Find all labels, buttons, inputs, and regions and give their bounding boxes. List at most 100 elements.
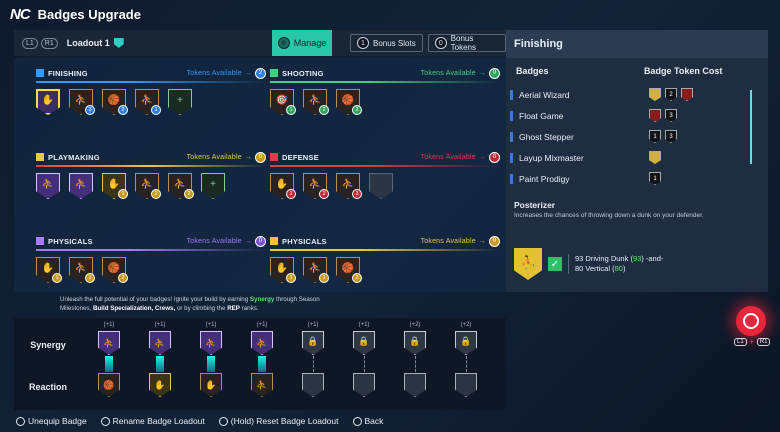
tokens-label: Tokens Available — [186, 237, 242, 245]
button-icon — [16, 416, 25, 426]
category-name: DEFENSE — [282, 152, 319, 162]
category-defense: DEFENSE Tokens Available → 0 ✋ 1 ⛹ 2 ⛹ 3 — [270, 150, 500, 201]
unequip-hint[interactable]: Unequip Badge — [16, 416, 87, 426]
category-playmaking: PLAYMAKING Tokens Available → 0 ⛹ ⛹ ✋ 1 ⛹… — [36, 150, 266, 201]
synergy-slot[interactable]: (+1) ⛹ ⛹ — [247, 322, 277, 397]
category-name: PHYSICALS — [48, 236, 93, 246]
bonus-tokens-label: Bonus Tokens — [450, 34, 477, 52]
list-scrollbar[interactable] — [750, 90, 752, 164]
tokens-label: Tokens Available — [420, 69, 476, 77]
category-finishing: FINISHING Tokens Available → 2 ✋ ⛹ 3 🏀 2 ⛹… — [36, 66, 266, 117]
physicals-icon — [270, 237, 278, 245]
badge-category-grid: FINISHING Tokens Available → 2 ✋ ⛹ 3 🏀 2 ⛹… — [14, 58, 506, 292]
badge-slot[interactable]: 🏀 2 — [336, 89, 362, 117]
lock-icon: 🔒 — [409, 335, 421, 346]
badge-slot[interactable]: ✋ 1 — [270, 257, 296, 285]
tokens-count: 2 — [255, 67, 266, 79]
lock-icon: 🔒 — [460, 335, 472, 346]
screen-root: NC Badges Upgrade L1 R1 Loadout 1 ⊕ Mana… — [0, 0, 780, 432]
panel-title: Finishing — [506, 30, 768, 58]
category-physicals-2: PHYSICALS Tokens Available → 0 ✋ 1 ⛹ 1 🏀 2 — [270, 234, 500, 285]
r1-key-hint: R1 — [40, 37, 58, 49]
badge-slot[interactable]: ⛹ — [69, 173, 93, 201]
badge-slot[interactable]: + — [201, 173, 225, 201]
badge-slot[interactable]: ✋ 1 — [36, 257, 62, 285]
reaction-row-label: Reaction — [28, 382, 67, 392]
badge-slot[interactable]: ⛹ 3 — [69, 89, 95, 117]
badge-slot[interactable] — [369, 173, 393, 201]
tokens-label: Tokens Available — [420, 237, 476, 245]
tokens-label: Tokens Available — [186, 153, 242, 161]
list-item[interactable]: Paint Prodigy 1 — [510, 168, 756, 189]
synergy-slot-locked[interactable]: (+2) 🔒 — [400, 322, 430, 397]
badge-slot[interactable]: ✋ 1 — [270, 173, 296, 201]
category-underline — [270, 249, 500, 251]
button-icon — [100, 416, 110, 426]
token-cost-column-header: Badge Token Cost — [644, 66, 723, 76]
synergy-slot[interactable]: (+1) ⛹ 🏀 — [94, 322, 124, 397]
badge-slot[interactable]: ⛹ 3 — [336, 173, 362, 201]
category-name: FINISHING — [48, 68, 88, 78]
bonus-slots-count: 1 — [357, 37, 369, 49]
category-underline — [36, 81, 266, 83]
tokens-count: 0 — [489, 67, 500, 79]
nc-logo: NC — [10, 5, 31, 23]
badge-slot[interactable]: 🏀 2 — [102, 89, 128, 117]
synergy-slot[interactable]: (+1) ⛹ ✋ — [196, 322, 226, 397]
manage-label: Manage — [293, 38, 327, 48]
badge-slot[interactable]: ⛹ 1 — [135, 89, 161, 117]
list-item[interactable]: Ghost Stepper 1 3 — [510, 126, 756, 147]
badge-slot[interactable]: 🏀 2 — [102, 257, 128, 285]
reset-hint[interactable]: (Hold) Reset Badge Loadout — [218, 416, 339, 426]
badge-slot[interactable]: ⛹ 2 — [168, 173, 194, 201]
category-name: PLAYMAKING — [48, 152, 100, 162]
list-item[interactable]: Float Game 3 — [510, 105, 756, 126]
synergy-slot-locked[interactable]: (+2) 🔒 — [451, 322, 481, 397]
synergy-slot-locked[interactable]: (+1) 🔒 — [298, 322, 328, 397]
badge-description: Posterizer Increases the chances of thro… — [514, 200, 760, 219]
list-item[interactable]: Layup Mixmaster — [510, 147, 756, 168]
synergy-reaction-panel: Synergy Reaction (+1) ⛹ 🏀 (+1) ⛹ ✋ (+1) … — [14, 318, 506, 410]
badge-slot[interactable]: 🏀 2 — [336, 257, 362, 285]
tokens-count: 0 — [255, 235, 266, 247]
badge-description-text: Increases the chances of throwing down a… — [514, 212, 704, 219]
badge-slot[interactable]: 🎯 1 — [270, 89, 296, 117]
back-hint[interactable]: Back — [352, 416, 383, 426]
category-shooting: SHOOTING Tokens Available → 0 🎯 1 ⛹ 2 🏀 2 — [270, 66, 500, 117]
bonus-tokens-counter: 0 Bonus Tokens — [428, 34, 506, 52]
tokens-label: Tokens Available — [186, 69, 242, 77]
badges-column-header: Badges — [516, 66, 549, 76]
badge-slot[interactable]: + — [168, 89, 192, 117]
synergy-slot-locked[interactable]: (+1) 🔒 — [349, 322, 379, 397]
badge-slot[interactable]: ⛹ 2 — [303, 173, 329, 201]
badge-slot[interactable]: ⛹ 2 — [303, 89, 329, 117]
shooting-icon — [270, 69, 278, 77]
requirement-check-icon: ✓ — [548, 257, 562, 271]
badge-slot[interactable]: ✋ 1 — [102, 173, 128, 201]
fab-key-hints: L1 + R1 — [734, 338, 771, 346]
loadout-name[interactable]: Loadout 1 — [67, 38, 110, 48]
floating-action-button[interactable] — [736, 306, 766, 336]
badge-slot[interactable]: ⛹ — [36, 173, 60, 201]
rename-hint[interactable]: Rename Badge Loadout — [100, 416, 205, 426]
badge-slot[interactable]: ⛹ 2 — [135, 173, 161, 201]
list-item[interactable]: Aerial Wizard 2 — [510, 84, 756, 105]
category-underline — [270, 165, 500, 167]
badge-requirement: ⛹ ✓ 93 Driving Dunk (93) -and- 80 Vertic… — [514, 248, 663, 280]
manage-button[interactable]: ⊕ Manage — [272, 30, 332, 56]
badge-slot[interactable]: ✋ — [36, 89, 60, 117]
defense-icon — [270, 153, 278, 161]
synergy-slot[interactable]: (+1) ⛹ ✋ — [145, 322, 175, 397]
loadout-bar: L1 R1 Loadout 1 ⊕ Manage 1 Bonus Slots 0… — [14, 30, 506, 56]
category-name: PHYSICALS — [282, 236, 327, 246]
button-icon — [352, 416, 362, 426]
badge-list: Aerial Wizard 2 Float Game 3 Ghost Stepp… — [510, 84, 756, 189]
button-icon — [218, 416, 228, 426]
synergy-row-label: Synergy — [30, 340, 66, 350]
tokens-count: 0 — [489, 151, 500, 163]
badge-name: Posterizer — [514, 200, 556, 210]
badge-slot[interactable]: ⛹ 1 — [69, 257, 95, 285]
manage-icon: ⊕ — [277, 37, 290, 49]
badge-slot[interactable]: ⛹ 1 — [303, 257, 329, 285]
synergy-message: Unleash the full potential of your badge… — [60, 296, 320, 312]
